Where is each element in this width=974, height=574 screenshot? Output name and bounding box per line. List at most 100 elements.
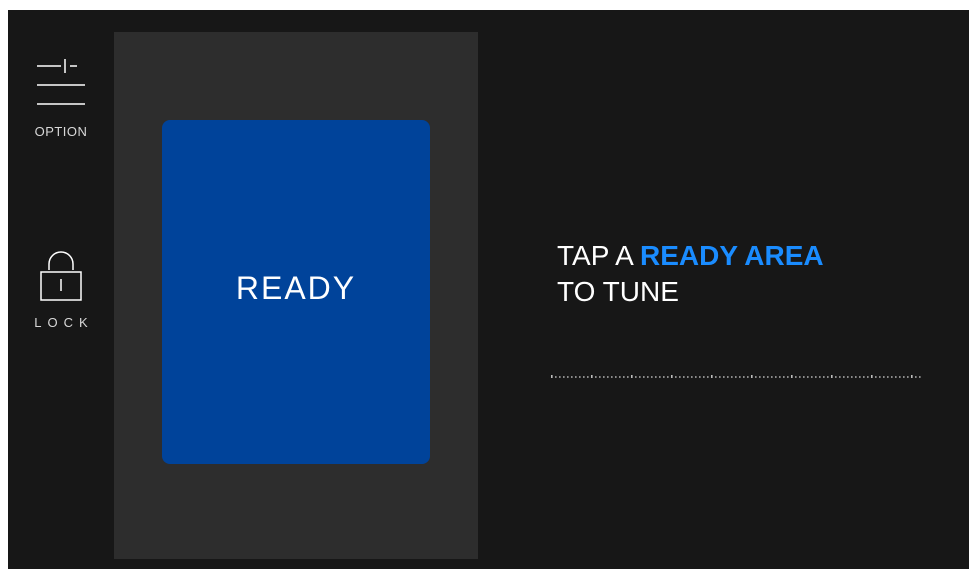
tuner-tick: [899, 376, 901, 378]
tuner-tick: [671, 375, 673, 378]
tuner-tick: [715, 376, 717, 378]
tuner-tick: [827, 376, 829, 378]
tuner-tick: [651, 376, 653, 378]
lock-label: LOCK: [34, 315, 94, 330]
tuner-tick: [595, 376, 597, 378]
tuner-tick: [567, 376, 569, 378]
tuner-tick: [875, 376, 877, 378]
tuner-tick: [731, 376, 733, 378]
tuner-tick: [631, 375, 633, 378]
tuner-tick: [667, 376, 669, 378]
tuner-tick: [727, 376, 729, 378]
tuner-tick: [555, 376, 557, 378]
tuner-tick: [907, 376, 909, 378]
tuner-tick: [895, 376, 897, 378]
tuner-tick: [835, 376, 837, 378]
tuner-tick: [675, 376, 677, 378]
tuner-tick: [723, 376, 725, 378]
option-button[interactable]: OPTION: [26, 54, 96, 146]
tuner-tick: [619, 376, 621, 378]
ready-pad[interactable]: READY: [162, 120, 430, 464]
tuner-tick: [735, 376, 737, 378]
tuner-tick: [587, 376, 589, 378]
tuner-meter: [551, 375, 921, 378]
tuner-tick: [799, 376, 801, 378]
instruction-line-2: TO TUNE: [557, 276, 679, 307]
tuner-tick: [759, 376, 761, 378]
tuner-tick: [603, 376, 605, 378]
tuner-tick: [579, 376, 581, 378]
tuner-tick: [615, 376, 617, 378]
tuner-tick: [575, 376, 577, 378]
tuner-tick: [699, 376, 701, 378]
tuner-tick: [607, 376, 609, 378]
sliders-icon: [37, 59, 85, 105]
tuner-tick: [591, 375, 593, 378]
tuner-tick: [871, 375, 873, 378]
tuner-tick: [691, 376, 693, 378]
tuner-tick: [795, 376, 797, 378]
tuner-tick: [783, 376, 785, 378]
tuner-tick: [779, 376, 781, 378]
instruction-line-1: TAP A READY AREA: [557, 238, 824, 274]
tuner-tick: [719, 376, 721, 378]
tuner-tick: [791, 375, 793, 378]
tuner-tick: [811, 376, 813, 378]
lock-button[interactable]: LOCK: [26, 248, 96, 340]
tuner-tick: [747, 376, 749, 378]
tuner-tick: [687, 376, 689, 378]
tuner-tick: [771, 376, 773, 378]
tuner-tick: [763, 376, 765, 378]
tuner-tick: [851, 376, 853, 378]
tuner-tick: [855, 376, 857, 378]
tuner-tick: [819, 376, 821, 378]
tuner-tick: [599, 376, 601, 378]
tuner-tick: [787, 376, 789, 378]
tuner-tick: [755, 376, 757, 378]
tuner-tick: [739, 376, 741, 378]
tuner-tick: [559, 376, 561, 378]
padlock-icon: [40, 251, 82, 301]
tuner-tick: [703, 376, 705, 378]
tuner-tick: [775, 376, 777, 378]
tuner-tick: [639, 376, 641, 378]
tuner-tick: [903, 376, 905, 378]
tuner-tick: [823, 376, 825, 378]
option-label: OPTION: [34, 124, 88, 139]
tuner-tick: [711, 375, 713, 378]
tuner-tick: [743, 376, 745, 378]
tuner-tick: [863, 376, 865, 378]
tuner-tick: [867, 376, 869, 378]
tuner-tick: [915, 376, 917, 378]
instruction-prefix: TAP A: [557, 240, 633, 271]
tuner-tick: [679, 376, 681, 378]
pad-panel: READY: [114, 32, 478, 559]
tuner-tick: [831, 375, 833, 378]
tuner-tick: [647, 376, 649, 378]
tuner-tick: [611, 376, 613, 378]
tuner-tick: [623, 376, 625, 378]
tuner-tick: [815, 376, 817, 378]
tuner-tick: [911, 375, 913, 378]
tuner-tick: [751, 375, 753, 378]
tuner-screen: OPTION LOCK READY TAP A READY AREA TO TU…: [8, 10, 969, 569]
tuner-tick: [843, 376, 845, 378]
tuner-tick: [695, 376, 697, 378]
tuner-tick: [663, 376, 665, 378]
tuner-tick: [847, 376, 849, 378]
tuner-tick: [919, 376, 921, 378]
tuner-tick: [859, 376, 861, 378]
tuner-tick: [767, 376, 769, 378]
tuner-tick: [879, 376, 881, 378]
tune-instruction: TAP A READY AREA TO TUNE: [557, 238, 824, 310]
tuner-tick: [707, 376, 709, 378]
tuner-tick: [655, 376, 657, 378]
tuner-tick: [643, 376, 645, 378]
tuner-tick: [891, 376, 893, 378]
ready-pad-label: READY: [235, 270, 357, 306]
tuner-tick: [883, 376, 885, 378]
tuner-tick: [571, 376, 573, 378]
instruction-highlight: READY AREA: [640, 240, 824, 271]
tuner-tick: [659, 376, 661, 378]
tuner-tick: [683, 376, 685, 378]
